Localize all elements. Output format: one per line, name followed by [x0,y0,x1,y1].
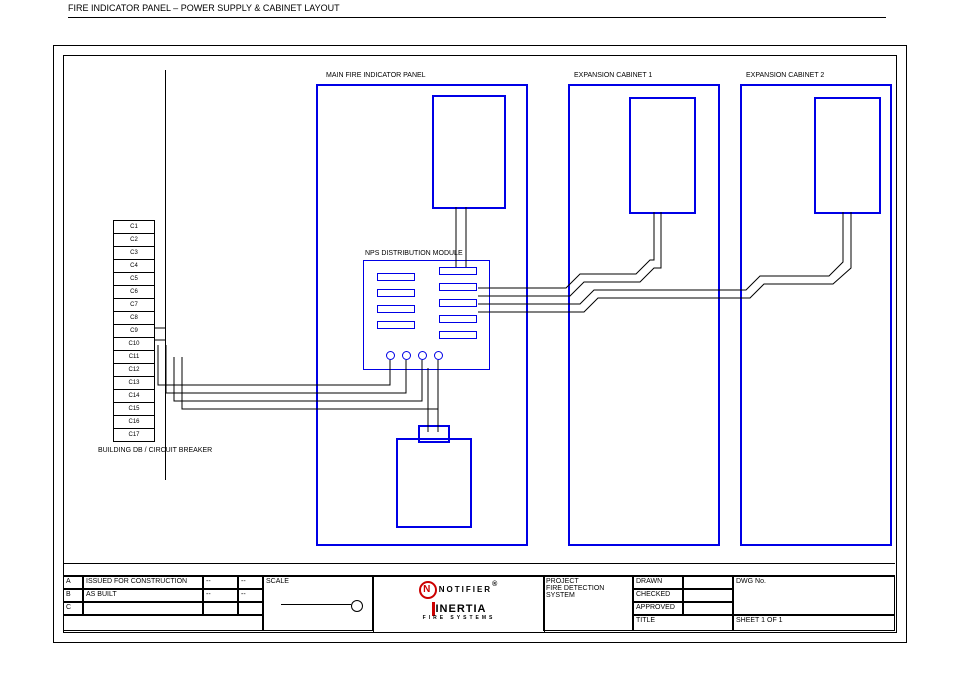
scale-bar [281,604,351,605]
title-label-cell: TITLE [633,615,733,631]
sheet-cell: SHEET 1 OF 1 [733,615,895,631]
nps-slot-right [439,267,477,275]
approved-value [683,602,733,615]
notifier-n-icon: N [419,581,437,599]
drawn-label: DRAWN [633,576,683,589]
terminal-row: C9 [114,325,154,338]
approved-label: APPROVED [633,602,683,615]
nps-label: NPS DISTRIBUTION MODULE [365,250,463,257]
nps-slot-left [377,305,415,313]
rev-footer [63,615,263,631]
exp1-label: EXPANSION CABINET 1 [574,72,652,79]
title-label: TITLE [636,617,655,624]
nps-slot-left [377,273,415,281]
terminal-row: C13 [114,377,154,390]
riser-line [165,70,166,480]
nps-terminal [386,351,395,360]
rev-date [203,602,238,615]
terminal-row: C3 [114,247,154,260]
terminal-row: C7 [114,299,154,312]
terminal-row: C17 [114,429,154,441]
rev-cell: A [63,576,83,589]
notifier-logo: NNOTIFIER® [419,585,500,594]
rev-by [238,602,263,615]
rev-desc [83,602,203,615]
sheet-label: SHEET [736,617,759,624]
main-cpu-module [432,95,506,209]
nps-module [363,260,490,370]
exp1-module [629,97,696,214]
terminal-row: C1 [114,221,154,234]
rev-by: -- [238,589,263,602]
nps-terminal [418,351,427,360]
checked-label: CHECKED [633,589,683,602]
nps-slot-right [439,283,477,291]
dwg-label: DWG No. [736,578,892,585]
checked-value [683,589,733,602]
nps-slot-right [439,331,477,339]
project-cell: PROJECT FIRE DETECTION SYSTEM [543,576,633,631]
rev-by: -- [238,576,263,589]
terminal-row: C8 [114,312,154,325]
terminal-row: C15 [114,403,154,416]
inertia-i-icon [432,602,435,616]
page-header-title: FIRE INDICATOR PANEL – POWER SUPPLY & CA… [68,3,340,13]
nps-terminal [402,351,411,360]
inertia-logo: INERTIA FIRE SYSTEMS [374,603,544,621]
project-value: FIRE DETECTION SYSTEM [546,585,630,599]
terminal-block: C1 C2 C3 C4 C5 C6 C7 C8 C9 C10 C11 C12 C… [113,220,155,442]
exp2-module [814,97,881,214]
notifier-tm: ® [492,581,499,588]
title-block: A ISSUED FOR CONSTRUCTION -- -- B AS BUI… [63,563,895,631]
exp2-label: EXPANSION CABINET 2 [746,72,824,79]
rev-date: -- [203,576,238,589]
terminal-row: C10 [114,338,154,351]
nps-terminal [434,351,443,360]
notifier-wordmark: NOTIFIER [439,585,492,594]
nps-slot-left [377,321,415,329]
rev-cell: B [63,589,83,602]
project-label: PROJECT [546,578,630,585]
scale-label: SCALE [266,578,289,585]
rev-desc: AS BUILT [83,589,203,602]
logo-box: NNOTIFIER® INERTIA FIRE SYSTEMS [373,576,545,633]
inertia-wordmark: INERTIA [436,603,487,615]
inertia-subtext: FIRE SYSTEMS [374,615,544,621]
nps-slot-left [377,289,415,297]
main-psu-module [396,438,472,528]
page-top-rule [68,17,886,18]
sheet-value: 1 OF 1 [761,617,782,624]
terminal-row: C4 [114,260,154,273]
nps-slot-right [439,299,477,307]
main-psu-connector [418,425,450,443]
rev-date: -- [203,589,238,602]
rev-desc: ISSUED FOR CONSTRUCTION [83,576,203,589]
drawn-value [683,576,733,589]
nps-slot-right [439,315,477,323]
north-circle-icon [351,600,363,612]
terminal-row: C16 [114,416,154,429]
terminal-row: C2 [114,234,154,247]
terminal-row: C5 [114,273,154,286]
rev-cell: C [63,602,83,615]
terminal-block-label: BUILDING DB / CIRCUIT BREAKER [98,447,212,454]
terminal-row: C11 [114,351,154,364]
terminal-row: C14 [114,390,154,403]
dwg-cell: DWG No. [733,576,895,615]
terminal-row: C12 [114,364,154,377]
terminal-row: C6 [114,286,154,299]
main-cabinet-label: MAIN FIRE INDICATOR PANEL [326,72,426,79]
